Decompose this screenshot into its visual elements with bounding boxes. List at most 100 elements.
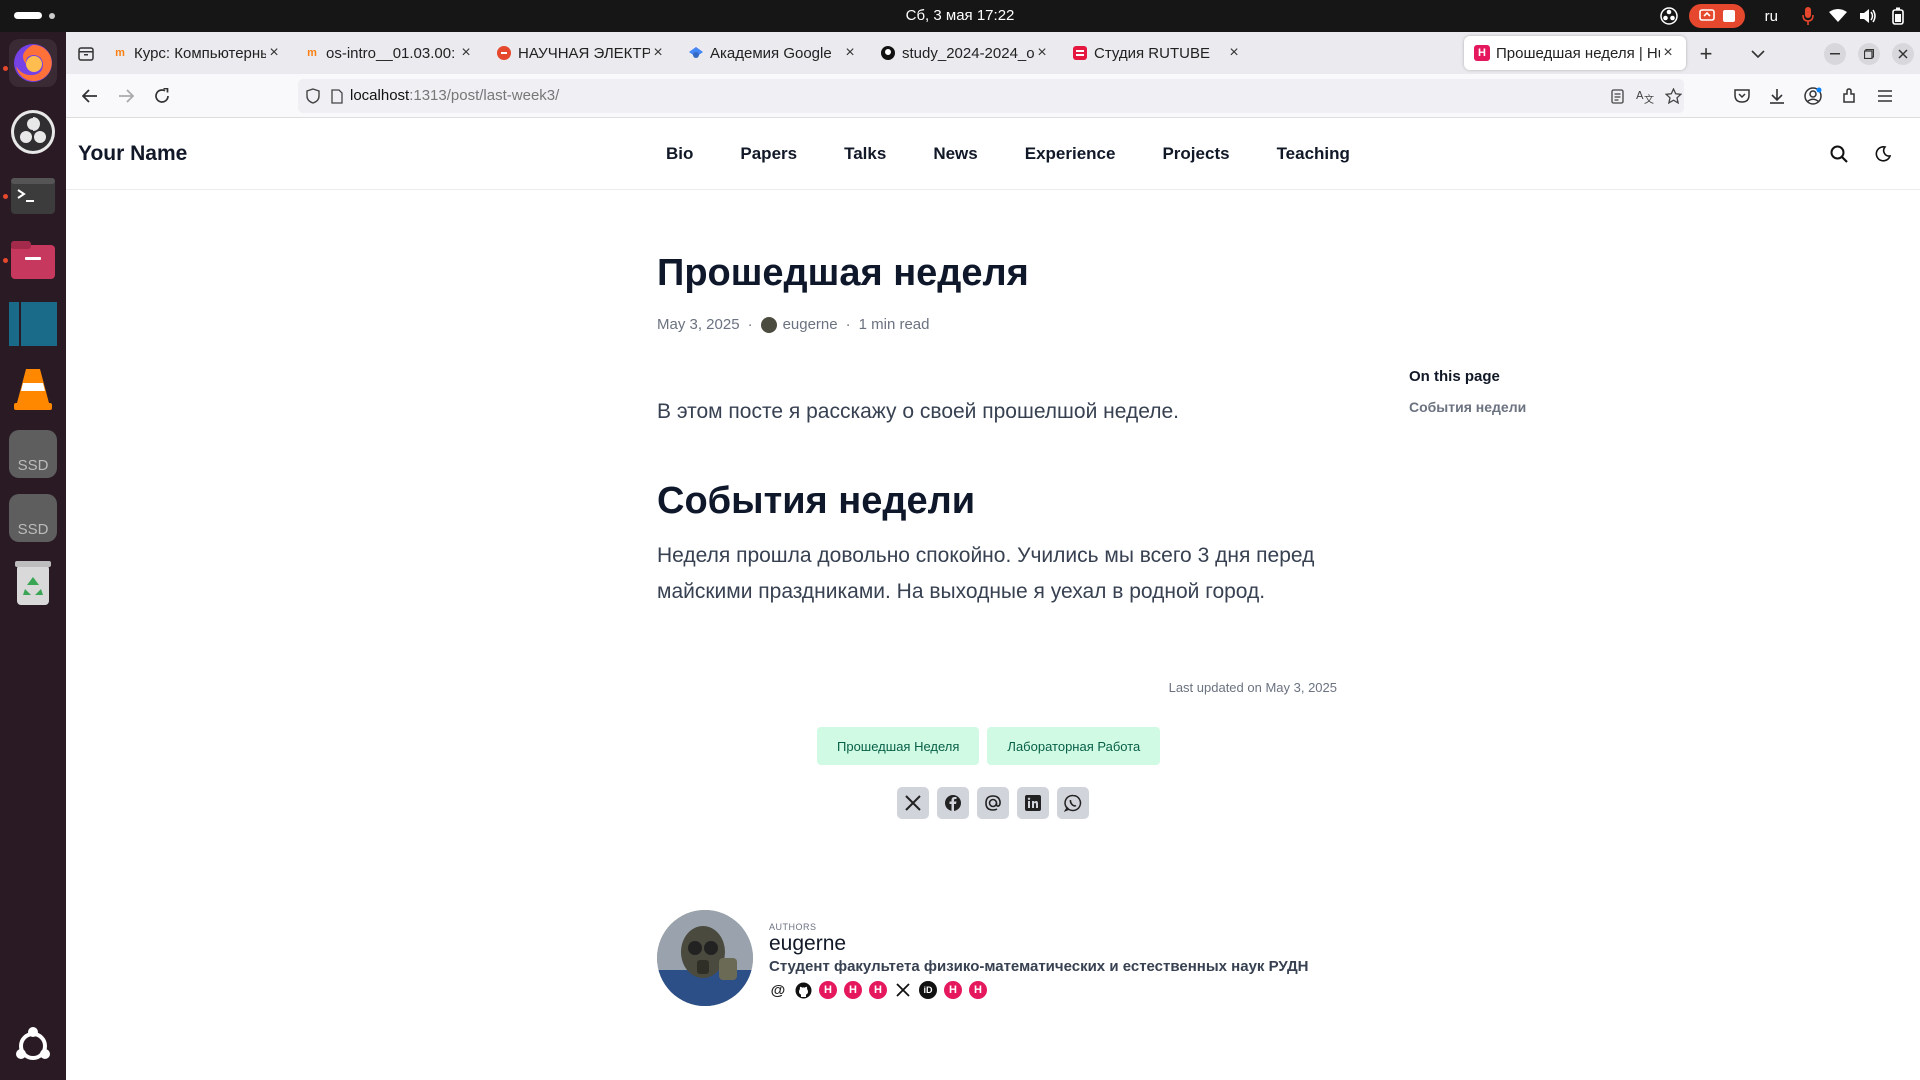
moodle-icon: m (307, 47, 317, 59)
downloads-icon[interactable] (1766, 85, 1788, 107)
keyboard-language[interactable]: ru (1755, 8, 1788, 25)
email-icon[interactable]: @ (769, 981, 787, 999)
firefox-view-icon[interactable] (76, 44, 96, 64)
system-tray[interactable]: ru (1659, 4, 1908, 28)
author-link[interactable]: eugerne (783, 316, 838, 333)
hugo-icon[interactable]: H (819, 981, 837, 999)
x-icon[interactable] (894, 981, 912, 999)
menu-item-projects[interactable]: Projects (1162, 144, 1229, 164)
close-tab-icon[interactable]: × (842, 44, 858, 62)
list-all-tabs-icon[interactable] (1748, 44, 1768, 64)
restore-window-button[interactable] (1858, 43, 1880, 65)
screen-recording-indicator[interactable] (1688, 4, 1745, 28)
browser-tab-bar: m Курс: Компьютерные на × m os-intro__01… (66, 32, 1920, 74)
menu-item-papers[interactable]: Papers (740, 144, 797, 164)
dark-mode-toggle-icon[interactable] (1871, 142, 1895, 166)
firefox-icon[interactable] (9, 39, 57, 87)
tab-rutube[interactable]: Студия RUTUBE × (1062, 36, 1252, 70)
files-icon[interactable] (9, 236, 57, 284)
author-avatar-small[interactable] (760, 316, 777, 333)
menu-icon[interactable] (1874, 85, 1896, 107)
url-path: :1313/post/last-week3/ (409, 87, 560, 104)
read-time: 1 min read (858, 316, 930, 333)
facebook-icon[interactable] (937, 787, 969, 819)
wifi-icon[interactable] (1828, 6, 1848, 26)
author-name[interactable]: eugerne (769, 932, 846, 956)
x-icon[interactable] (897, 787, 929, 819)
close-tab-icon[interactable]: × (1660, 44, 1676, 62)
browser-navigation-bar: localhost:1313/post/last-week3/ A文 (66, 74, 1920, 118)
close-tab-icon[interactable]: × (266, 44, 282, 62)
author-avatar[interactable] (657, 910, 753, 1006)
vlc-icon[interactable] (9, 364, 57, 412)
orcid-icon[interactable]: iD (919, 981, 937, 999)
obs-tray-icon[interactable] (1659, 6, 1679, 26)
menu-item-news[interactable]: News (933, 144, 977, 164)
tab-current-post[interactable]: H Прошедшая неделя | Hu × (1464, 36, 1686, 70)
forward-button[interactable] (115, 85, 137, 107)
site-brand[interactable]: Your Name (78, 142, 187, 166)
terminal-icon[interactable] (9, 172, 57, 220)
toc-item-events[interactable]: События недели (1409, 399, 1526, 415)
volume-icon[interactable] (1858, 6, 1878, 26)
running-indicator (3, 194, 8, 199)
tab-title: НАУЧНАЯ ЭЛЕКТРОННАЯ (518, 44, 650, 62)
hugo-icon[interactable]: H (869, 981, 887, 999)
hugo-icon[interactable]: H (844, 981, 862, 999)
svg-text:文: 文 (1644, 93, 1654, 104)
minimize-window-button[interactable] (1824, 43, 1846, 65)
show-apps-icon[interactable] (9, 1022, 57, 1070)
close-tab-icon[interactable]: × (650, 44, 666, 62)
close-tab-icon[interactable]: × (458, 44, 474, 62)
close-tab-icon[interactable]: × (1226, 44, 1242, 62)
article-meta: May 3, 2025 · eugerne · 1 min read (657, 316, 930, 333)
account-icon[interactable] (1802, 85, 1824, 107)
close-tab-icon[interactable]: × (1034, 44, 1050, 62)
ssd-label: SSD (17, 456, 49, 474)
url-bar[interactable]: localhost:1313/post/last-week3/ A文 (298, 79, 1684, 113)
whatsapp-icon[interactable] (1057, 787, 1089, 819)
rutube-icon (1072, 45, 1088, 61)
reader-view-icon[interactable] (1606, 85, 1628, 107)
tab-elibrary[interactable]: НАУЧНАЯ ЭЛЕКТРОННАЯ × (486, 36, 676, 70)
new-tab-button[interactable]: + (1696, 41, 1716, 66)
tab-google-scholar[interactable]: Академия Google × (678, 36, 868, 70)
menu-item-experience[interactable]: Experience (1025, 144, 1116, 164)
url-text[interactable]: localhost:1313/post/last-week3/ (350, 87, 559, 104)
power-icon[interactable] (1888, 6, 1908, 26)
tag-last-week[interactable]: Прошедшая Неделя (817, 727, 980, 765)
extensions-icon[interactable] (1838, 85, 1860, 107)
github-icon (880, 45, 896, 61)
email-icon[interactable] (977, 787, 1009, 819)
tag-list: Прошедшая Неделя Лабораторная Работа (817, 727, 1161, 765)
tab-title: Прошедшая неделя | Hu (1496, 44, 1660, 62)
tag-lab-work[interactable]: Лабораторная Работа (987, 727, 1161, 765)
close-window-button[interactable] (1892, 43, 1914, 65)
menu-item-talks[interactable]: Talks (844, 144, 886, 164)
tab-title: Студия RUTUBE (1094, 44, 1210, 62)
tab-github[interactable]: study_2024-2024_os-intro × (870, 36, 1060, 70)
github-icon[interactable] (794, 981, 812, 999)
search-icon[interactable] (1827, 142, 1851, 166)
tab-course[interactable]: m Курс: Компьютерные на × (102, 36, 292, 70)
menu-item-teaching[interactable]: Teaching (1277, 144, 1350, 164)
site-info-icon[interactable] (302, 85, 324, 107)
bookmark-star-icon[interactable] (1662, 85, 1684, 107)
ssd-drive-icon[interactable]: SSD (9, 430, 57, 478)
hugo-icon[interactable]: H (944, 981, 962, 999)
pocket-icon[interactable] (1731, 85, 1753, 107)
tab-os-intro[interactable]: m os-intro__01.03.00: Этап × (294, 36, 484, 70)
reload-button[interactable] (151, 85, 173, 107)
menu-item-bio[interactable]: Bio (666, 144, 693, 164)
app-icon[interactable] (9, 300, 57, 348)
publish-date: May 3, 2025 (657, 316, 740, 333)
translate-icon[interactable]: A文 (1634, 85, 1656, 107)
ssd-drive-icon[interactable]: SSD (9, 494, 57, 542)
back-button[interactable] (79, 85, 101, 107)
hugo-icon[interactable]: H (969, 981, 987, 999)
obs-icon[interactable] (9, 108, 57, 156)
clock[interactable]: Сб, 3 мая 17:22 (0, 7, 1920, 24)
trash-icon[interactable] (9, 558, 57, 606)
linkedin-icon[interactable] (1017, 787, 1049, 819)
microphone-icon[interactable] (1798, 6, 1818, 26)
